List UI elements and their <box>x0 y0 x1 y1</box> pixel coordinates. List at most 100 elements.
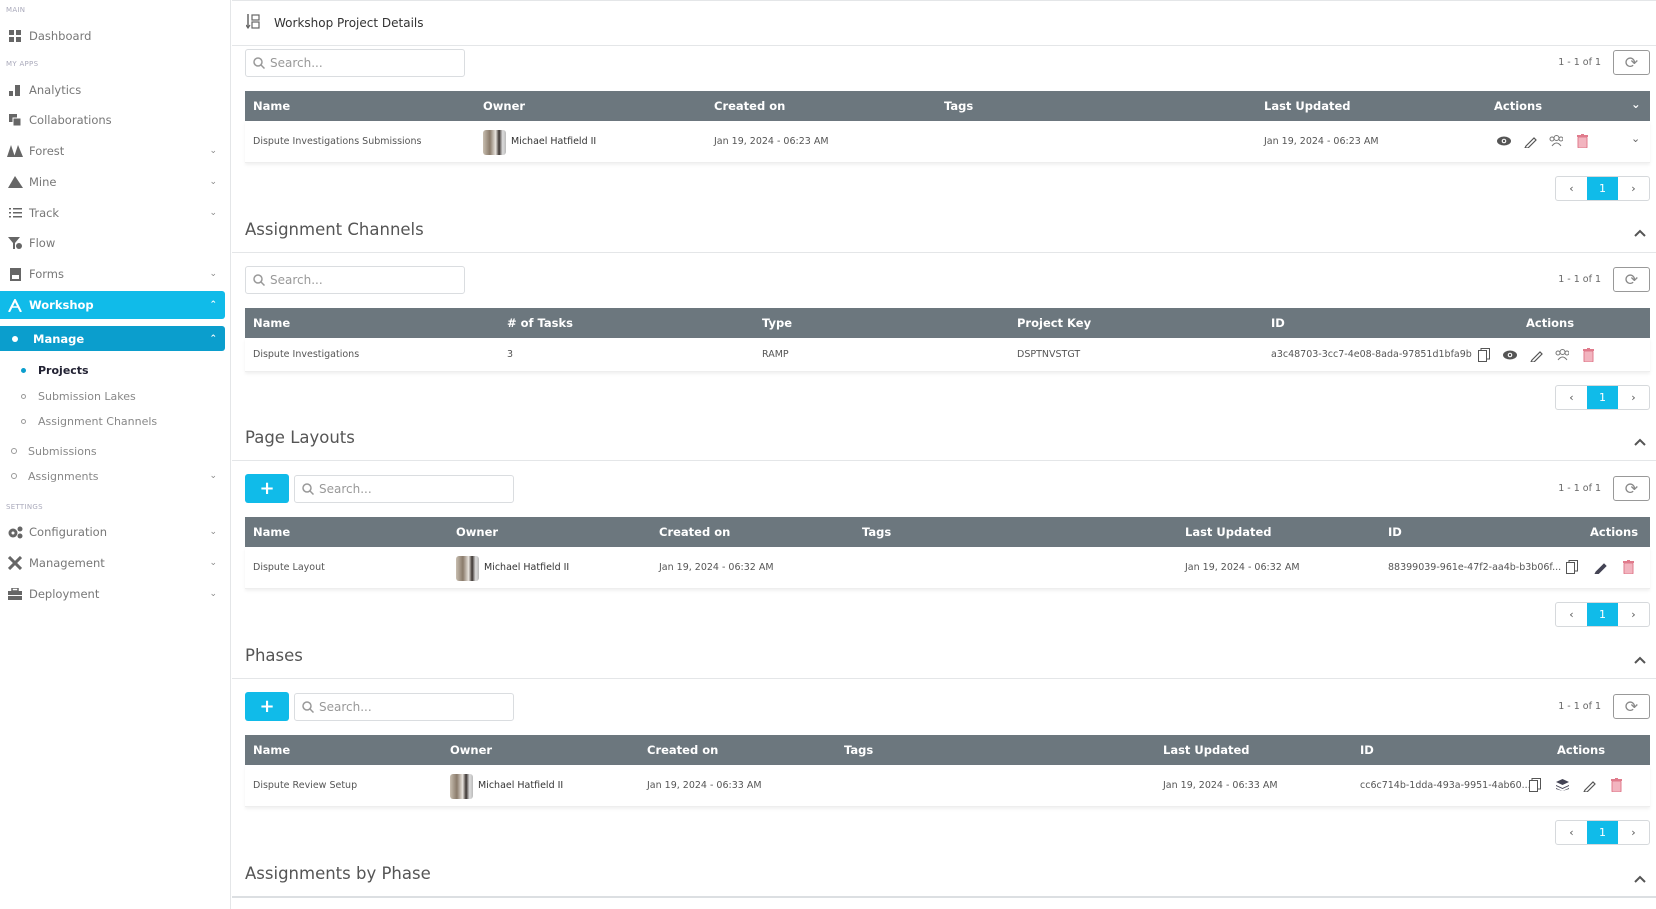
row-actions <box>1528 777 1623 793</box>
page-layouts-search[interactable] <box>294 475 514 503</box>
projects-refresh-button[interactable]: ⟳ <box>1613 50 1650 75</box>
assignment-channels-search-input[interactable] <box>270 273 450 287</box>
sidebar-item-management[interactable]: Management ⌄ <box>0 549 225 577</box>
row-name: Dispute Review Setup <box>253 780 358 791</box>
table-row[interactable]: Dispute Layout Michael Hatfield II Jan 1… <box>245 547 1650 589</box>
phases-refresh-button[interactable]: ⟳ <box>1613 694 1650 719</box>
sidebar-item-projects[interactable]: Projects <box>0 359 225 381</box>
sidebar-item-submission-lakes[interactable]: Submission Lakes <box>0 385 225 407</box>
sidebar-item-forms[interactable]: Forms ⌄ <box>0 260 225 288</box>
copy-icon[interactable] <box>1565 559 1579 575</box>
table-row[interactable]: Dispute Investigations 3 RAMP DSPTNVSTGT… <box>245 338 1650 372</box>
main-content: Workshop Project Details 1 - 1 of 1 ⟳ Na… <box>232 0 1656 909</box>
sort-layout-icon <box>245 13 260 33</box>
phases-search[interactable] <box>294 693 514 721</box>
prev-page-button[interactable]: ‹ <box>1556 177 1587 200</box>
column-header: Created on <box>647 743 719 757</box>
tools-icon <box>7 555 23 571</box>
row-actions <box>1477 347 1595 363</box>
chevron-down-icon[interactable]: ⌄ <box>1631 97 1641 111</box>
sidebar-item-forest[interactable]: Forest ⌄ <box>0 137 225 165</box>
assignment-channels-search[interactable] <box>245 266 465 294</box>
prev-page-button[interactable]: ‹ <box>1556 821 1587 844</box>
column-header: Name <box>253 525 291 539</box>
page-layouts-refresh-button[interactable]: ⟳ <box>1613 476 1650 501</box>
row-name: Dispute Investigations Submissions <box>253 136 422 147</box>
sidebar-item-track[interactable]: Track ⌄ <box>0 199 225 227</box>
column-header: Name <box>253 316 291 330</box>
layers-icon[interactable] <box>1555 777 1569 793</box>
row-name: Dispute Investigations <box>253 349 360 360</box>
sidebar-item-assignment-channels[interactable]: Assignment Channels <box>0 410 225 432</box>
sidebar-item-mine[interactable]: Mine ⌄ <box>0 168 225 196</box>
phases-search-input[interactable] <box>319 700 499 714</box>
sidebar-item-submissions[interactable]: Submissions <box>0 440 225 462</box>
page-button-current[interactable]: 1 <box>1587 386 1618 409</box>
divider <box>232 460 1656 461</box>
next-page-button[interactable]: › <box>1618 603 1649 626</box>
column-header: ID <box>1360 743 1374 757</box>
sidebar-item-flow[interactable]: Flow <box>0 229 225 257</box>
sidebar-item-assignments[interactable]: Assignments ⌄ <box>0 465 225 487</box>
sidebar-item-collaborations[interactable]: Collaborations <box>0 106 225 134</box>
assignment-channels-refresh-button[interactable]: ⟳ <box>1613 267 1650 292</box>
trash-icon[interactable] <box>1621 559 1635 575</box>
copy-icon[interactable] <box>1528 777 1542 793</box>
page-layouts-count: 1 - 1 of 1 <box>1558 483 1601 494</box>
sidebar-item-deployment[interactable]: Deployment ⌄ <box>0 580 225 608</box>
sidebar-item-manage[interactable]: Manage ⌃ <box>0 326 225 351</box>
sidebar-item-label: Flow <box>29 236 56 250</box>
prev-page-button[interactable]: ‹ <box>1556 603 1587 626</box>
sidebar-item-label: Mine <box>29 175 57 189</box>
page-layouts-pagination: ‹ 1 › <box>1555 602 1650 627</box>
sidebar-item-analytics[interactable]: Analytics <box>0 76 225 104</box>
collapse-chevron-up-icon[interactable] <box>1634 222 1646 241</box>
trash-icon[interactable] <box>1575 133 1589 149</box>
collapse-chevron-up-icon[interactable] <box>1634 649 1646 668</box>
next-page-button[interactable]: › <box>1618 821 1649 844</box>
sidebar-item-label: Submission Lakes <box>38 389 136 403</box>
sidebar-item-label: Workshop <box>29 298 94 312</box>
users-icon[interactable] <box>1555 347 1569 363</box>
sidebar-item-dashboard[interactable]: Dashboard <box>0 22 225 50</box>
collapse-chevron-up-icon[interactable] <box>1634 431 1646 450</box>
add-phase-button[interactable]: + <box>245 692 289 721</box>
next-page-button[interactable]: › <box>1618 386 1649 409</box>
expand-row-chevron-icon[interactable]: ⌄ <box>1631 132 1640 145</box>
pencil-icon[interactable] <box>1593 559 1607 575</box>
add-page-layout-button[interactable]: + <box>245 474 289 503</box>
sidebar-item-configuration[interactable]: Configuration ⌄ <box>0 518 225 546</box>
projects-search-input[interactable] <box>270 56 450 70</box>
chevron-down-icon: ⌄ <box>209 471 217 481</box>
pencil-icon[interactable] <box>1582 777 1596 793</box>
column-header: Owner <box>450 743 493 757</box>
next-page-button[interactable]: › <box>1618 177 1649 200</box>
collapse-chevron-up-icon[interactable] <box>1634 868 1646 887</box>
copy-icon[interactable] <box>1477 347 1491 363</box>
funnel-icon <box>7 235 23 251</box>
page-title: Workshop Project Details <box>274 16 424 30</box>
trash-icon[interactable] <box>1609 777 1623 793</box>
pencil-icon[interactable] <box>1523 133 1537 149</box>
page-button-current[interactable]: 1 <box>1587 603 1618 626</box>
sidebar-item-workshop[interactable]: Workshop ⌃ <box>0 291 225 319</box>
trees-icon <box>7 143 23 159</box>
table-row[interactable]: Dispute Investigations Submissions Micha… <box>245 121 1650 163</box>
column-header: Project Key <box>1017 316 1092 330</box>
column-header: Created on <box>714 99 786 113</box>
users-icon[interactable] <box>1549 133 1563 149</box>
eye-icon[interactable] <box>1503 347 1517 363</box>
prev-page-button[interactable]: ‹ <box>1556 386 1587 409</box>
section-label-main: MAIN <box>6 6 26 14</box>
table-row[interactable]: Dispute Review Setup Michael Hatfield II… <box>245 765 1650 807</box>
pencil-icon[interactable] <box>1529 347 1543 363</box>
projects-search[interactable] <box>245 49 465 77</box>
eye-icon[interactable] <box>1497 133 1511 149</box>
avatar <box>456 556 479 581</box>
page-button-current[interactable]: 1 <box>1587 177 1618 200</box>
divider <box>232 678 1656 679</box>
page-button-current[interactable]: 1 <box>1587 821 1618 844</box>
trash-icon[interactable] <box>1581 347 1595 363</box>
page-layouts-search-input[interactable] <box>319 482 499 496</box>
section-title-assignment-channels: Assignment Channels <box>245 220 424 239</box>
